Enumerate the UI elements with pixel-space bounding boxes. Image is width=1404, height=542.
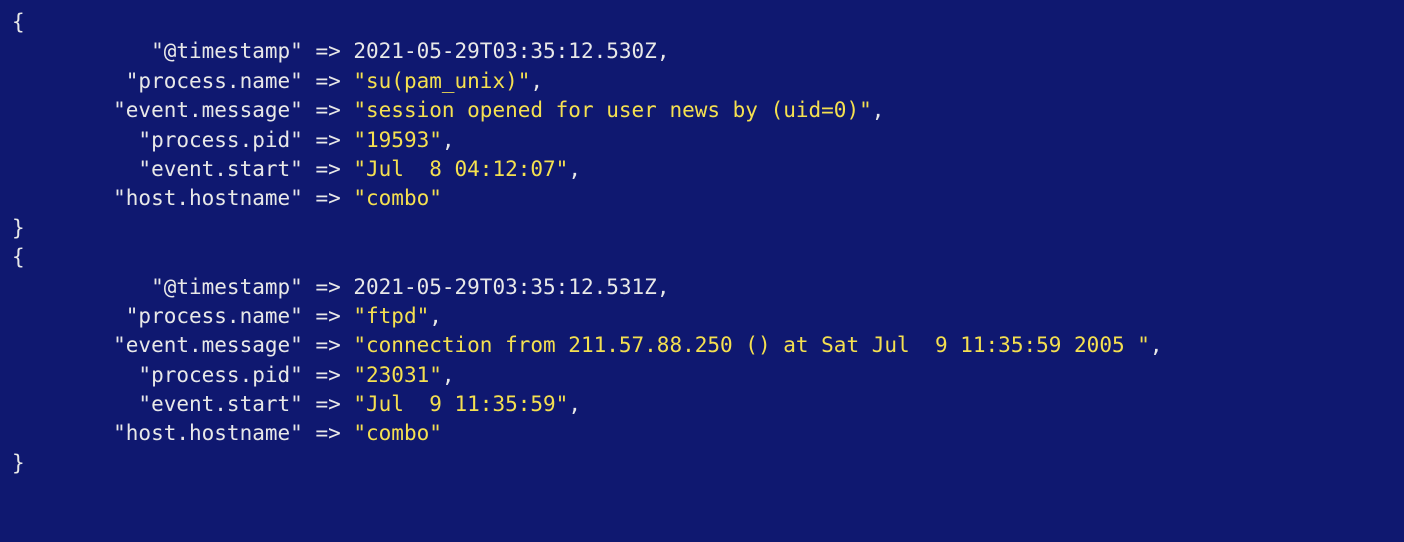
field-value: "combo"	[353, 186, 442, 210]
hash-rocket: =>	[315, 421, 353, 445]
field-key: "process.name"	[12, 69, 315, 93]
hash-rocket: =>	[315, 98, 353, 122]
close-brace: }	[12, 449, 1404, 478]
open-brace: {	[12, 8, 1404, 37]
hash-rocket: =>	[315, 392, 353, 416]
field-key: "host.hostname"	[12, 186, 315, 210]
field-value: 2021-05-29T03:35:12.531Z	[353, 275, 656, 299]
field-key: "event.message"	[12, 333, 315, 357]
field-key: "host.hostname"	[12, 421, 315, 445]
field-value: "combo"	[353, 421, 442, 445]
field-line: "event.message" => "session opened for u…	[12, 96, 1404, 125]
field-value: 2021-05-29T03:35:12.530Z	[353, 39, 656, 63]
field-key: "@timestamp"	[12, 275, 315, 299]
trailing-comma: ,	[568, 157, 581, 181]
trailing-comma: ,	[657, 39, 670, 63]
field-line: "@timestamp" => 2021-05-29T03:35:12.531Z…	[12, 273, 1404, 302]
field-value: "session opened for user news by (uid=0)…	[353, 98, 871, 122]
field-line: "process.name" => "su(pam_unix)",	[12, 67, 1404, 96]
field-line: "@timestamp" => 2021-05-29T03:35:12.530Z…	[12, 37, 1404, 66]
hash-rocket: =>	[315, 186, 353, 210]
hash-rocket: =>	[315, 39, 353, 63]
trailing-comma: ,	[429, 304, 442, 328]
field-line: "event.start" => "Jul 8 04:12:07",	[12, 155, 1404, 184]
hash-rocket: =>	[315, 363, 353, 387]
logstash-rubydebug-output: { "@timestamp" => 2021-05-29T03:35:12.53…	[12, 8, 1404, 478]
field-key: "process.name"	[12, 304, 315, 328]
field-value: "Jul 8 04:12:07"	[353, 157, 568, 181]
field-key: "event.start"	[12, 157, 315, 181]
field-line: "process.pid" => "23031",	[12, 361, 1404, 390]
trailing-comma: ,	[530, 69, 543, 93]
field-key: "process.pid"	[12, 363, 315, 387]
field-value: "su(pam_unix)"	[353, 69, 530, 93]
field-line: "host.hostname" => "combo"	[12, 419, 1404, 448]
field-line: "process.pid" => "19593",	[12, 126, 1404, 155]
field-key: "event.message"	[12, 98, 315, 122]
trailing-comma: ,	[442, 363, 455, 387]
trailing-comma: ,	[657, 275, 670, 299]
field-key: "@timestamp"	[12, 39, 315, 63]
field-value: "19593"	[353, 128, 442, 152]
close-brace: }	[12, 214, 1404, 243]
field-line: "event.message" => "connection from 211.…	[12, 331, 1404, 360]
field-value: "ftpd"	[353, 304, 429, 328]
hash-rocket: =>	[315, 157, 353, 181]
field-line: "process.name" => "ftpd",	[12, 302, 1404, 331]
field-key: "process.pid"	[12, 128, 315, 152]
trailing-comma: ,	[1150, 333, 1163, 357]
hash-rocket: =>	[315, 128, 353, 152]
hash-rocket: =>	[315, 304, 353, 328]
field-key: "event.start"	[12, 392, 315, 416]
hash-rocket: =>	[315, 69, 353, 93]
trailing-comma: ,	[442, 128, 455, 152]
field-value: "Jul 9 11:35:59"	[353, 392, 568, 416]
hash-rocket: =>	[315, 275, 353, 299]
hash-rocket: =>	[315, 333, 353, 357]
field-line: "host.hostname" => "combo"	[12, 184, 1404, 213]
trailing-comma: ,	[872, 98, 885, 122]
field-line: "event.start" => "Jul 9 11:35:59",	[12, 390, 1404, 419]
field-value: "23031"	[353, 363, 442, 387]
trailing-comma: ,	[568, 392, 581, 416]
open-brace: {	[12, 243, 1404, 272]
field-value: "connection from 211.57.88.250 () at Sat…	[353, 333, 1150, 357]
